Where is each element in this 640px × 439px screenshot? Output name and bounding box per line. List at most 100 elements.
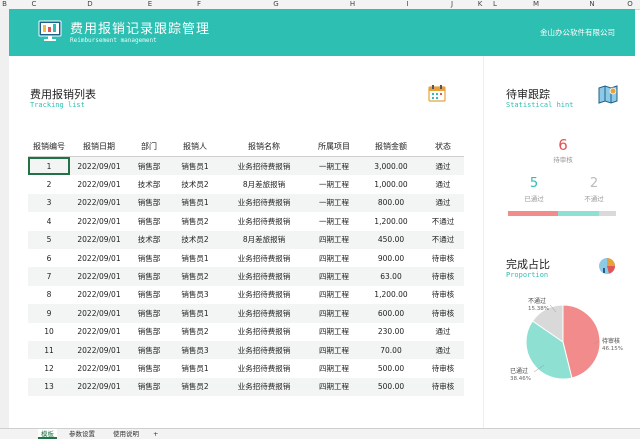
table-cell[interactable]: 销售员2 — [170, 377, 220, 397]
table-cell[interactable]: 销售员3 — [170, 285, 220, 305]
table-cell[interactable]: 2022/09/01 — [70, 175, 128, 194]
column-letter-b[interactable]: B — [0, 0, 9, 9]
table-cell[interactable]: 8月差旅报销 — [220, 175, 308, 194]
table-cell[interactable]: 9 — [28, 304, 70, 323]
table-cell[interactable]: 四期工程 — [308, 230, 360, 249]
table-cell[interactable]: 2022/09/01 — [70, 156, 128, 176]
table-cell[interactable]: 一期工程 — [308, 212, 360, 231]
status-cell[interactable]: 待审核 — [422, 359, 464, 378]
column-letter-i[interactable]: I — [380, 0, 435, 9]
table-cell[interactable]: 销售部 — [128, 193, 170, 213]
table-cell[interactable]: 技术员2 — [170, 175, 220, 194]
table-cell[interactable]: 2022/09/01 — [70, 212, 128, 231]
table-cell[interactable]: 销售员2 — [170, 322, 220, 341]
table-cell[interactable]: 销售部 — [128, 267, 170, 286]
table-cell[interactable]: 四期工程 — [308, 340, 360, 360]
column-letter-n[interactable]: N — [566, 0, 618, 9]
table-cell[interactable]: 一期工程 — [308, 156, 360, 176]
table-cell[interactable]: 四期工程 — [308, 322, 360, 341]
table-cell[interactable]: 技术员2 — [170, 230, 220, 249]
table-cell[interactable]: 业务招待费报销 — [220, 193, 308, 213]
table-cell[interactable]: 四期工程 — [308, 267, 360, 286]
status-cell[interactable]: 通过 — [422, 340, 464, 360]
table-cell[interactable]: 2022/09/01 — [70, 285, 128, 305]
status-cell[interactable]: 待审核 — [422, 377, 464, 397]
table-cell[interactable]: 四期工程 — [308, 359, 360, 378]
table-cell[interactable]: 2022/09/01 — [70, 322, 128, 341]
status-cell[interactable]: 待审核 — [422, 267, 464, 286]
column-letter-k[interactable]: K — [470, 0, 490, 9]
table-cell[interactable]: 8 — [28, 285, 70, 305]
table-cell[interactable]: 四期工程 — [308, 248, 360, 268]
column-letter-g[interactable]: G — [228, 0, 324, 9]
table-cell[interactable]: 销售员1 — [170, 193, 220, 213]
table-cell[interactable]: 2022/09/01 — [70, 248, 128, 268]
column-letter-l[interactable]: L — [490, 0, 500, 9]
table-cell[interactable]: 5 — [28, 230, 70, 249]
table-cell[interactable]: 销售员1 — [170, 248, 220, 268]
table-cell[interactable]: 2022/09/01 — [70, 359, 128, 378]
table-cell[interactable]: 1,200.00 — [360, 285, 422, 305]
table-cell[interactable]: 销售部 — [128, 340, 170, 360]
table-cell[interactable]: 10 — [28, 322, 70, 341]
table-cell[interactable]: 2022/09/01 — [70, 377, 128, 397]
table-cell[interactable]: 业务招待费报销 — [220, 340, 308, 360]
table-cell[interactable]: 业务招待费报销 — [220, 359, 308, 378]
table-cell[interactable]: 销售部 — [128, 377, 170, 397]
status-cell[interactable]: 通过 — [422, 175, 464, 194]
table-cell[interactable]: 销售员1 — [170, 359, 220, 378]
status-cell[interactable]: 待审核 — [422, 285, 464, 305]
table-cell[interactable]: 2022/09/01 — [70, 193, 128, 213]
table-cell[interactable]: 13 — [28, 377, 70, 397]
table-cell[interactable]: 业务招待费报销 — [220, 377, 308, 397]
table-cell[interactable]: 销售员1 — [170, 304, 220, 323]
table-cell[interactable]: 230.00 — [360, 322, 422, 341]
table-cell[interactable]: 业务招待费报销 — [220, 156, 308, 176]
status-cell[interactable]: 通过 — [422, 322, 464, 341]
table-cell[interactable]: 3,000.00 — [360, 156, 422, 176]
status-cell[interactable]: 通过 — [422, 156, 464, 176]
table-cell[interactable]: 900.00 — [360, 248, 422, 268]
table-cell[interactable]: 一期工程 — [308, 193, 360, 213]
table-cell[interactable]: 2022/09/01 — [70, 267, 128, 286]
table-cell[interactable]: 业务招待费报销 — [220, 212, 308, 231]
column-letter-h[interactable]: H — [325, 0, 380, 9]
table-cell[interactable]: 2022/09/01 — [70, 340, 128, 360]
table-cell[interactable]: 500.00 — [360, 359, 422, 378]
table-cell[interactable]: 2022/09/01 — [70, 304, 128, 323]
table-cell[interactable]: 8月差旅报销 — [220, 230, 308, 249]
table-cell[interactable]: 业务招待费报销 — [220, 267, 308, 286]
table-cell[interactable]: 70.00 — [360, 340, 422, 360]
table-cell[interactable]: 6 — [28, 248, 70, 268]
table-cell[interactable]: 业务招待费报销 — [220, 285, 308, 305]
column-letter-f[interactable]: F — [173, 0, 225, 9]
table-cell[interactable]: 500.00 — [360, 377, 422, 397]
status-cell[interactable]: 待审核 — [422, 304, 464, 323]
column-letter-e[interactable]: E — [124, 0, 176, 9]
column-letter-c[interactable]: C — [17, 0, 51, 9]
table-cell[interactable]: 销售员1 — [170, 156, 220, 176]
table-cell[interactable]: 63.00 — [360, 267, 422, 286]
table-cell[interactable]: 销售部 — [128, 285, 170, 305]
table-cell[interactable]: 3 — [28, 193, 70, 213]
table-cell[interactable]: 销售部 — [128, 322, 170, 341]
table-cell[interactable]: 2022/09/01 — [70, 230, 128, 249]
table-cell[interactable]: 技术部 — [128, 175, 170, 194]
table-cell[interactable]: 800.00 — [360, 193, 422, 213]
table-cell[interactable]: 销售部 — [128, 248, 170, 268]
table-cell[interactable]: 2 — [28, 175, 70, 194]
table-cell[interactable]: 四期工程 — [308, 304, 360, 323]
column-letter-m[interactable]: M — [508, 0, 564, 9]
table-cell[interactable]: 四期工程 — [308, 285, 360, 305]
column-letter-j[interactable]: J — [434, 0, 470, 9]
table-cell[interactable]: 业务招待费报销 — [220, 248, 308, 268]
table-cell[interactable]: 4 — [28, 212, 70, 231]
table-cell[interactable]: 450.00 — [360, 230, 422, 249]
table-cell[interactable]: 四期工程 — [308, 377, 360, 397]
table-cell[interactable]: 销售部 — [128, 212, 170, 231]
column-letter-o[interactable]: O — [620, 0, 640, 9]
table-cell[interactable]: 销售员2 — [170, 212, 220, 231]
status-cell[interactable]: 不通过 — [422, 212, 464, 231]
table-cell[interactable]: 销售部 — [128, 359, 170, 378]
status-cell[interactable]: 待审核 — [422, 248, 464, 268]
